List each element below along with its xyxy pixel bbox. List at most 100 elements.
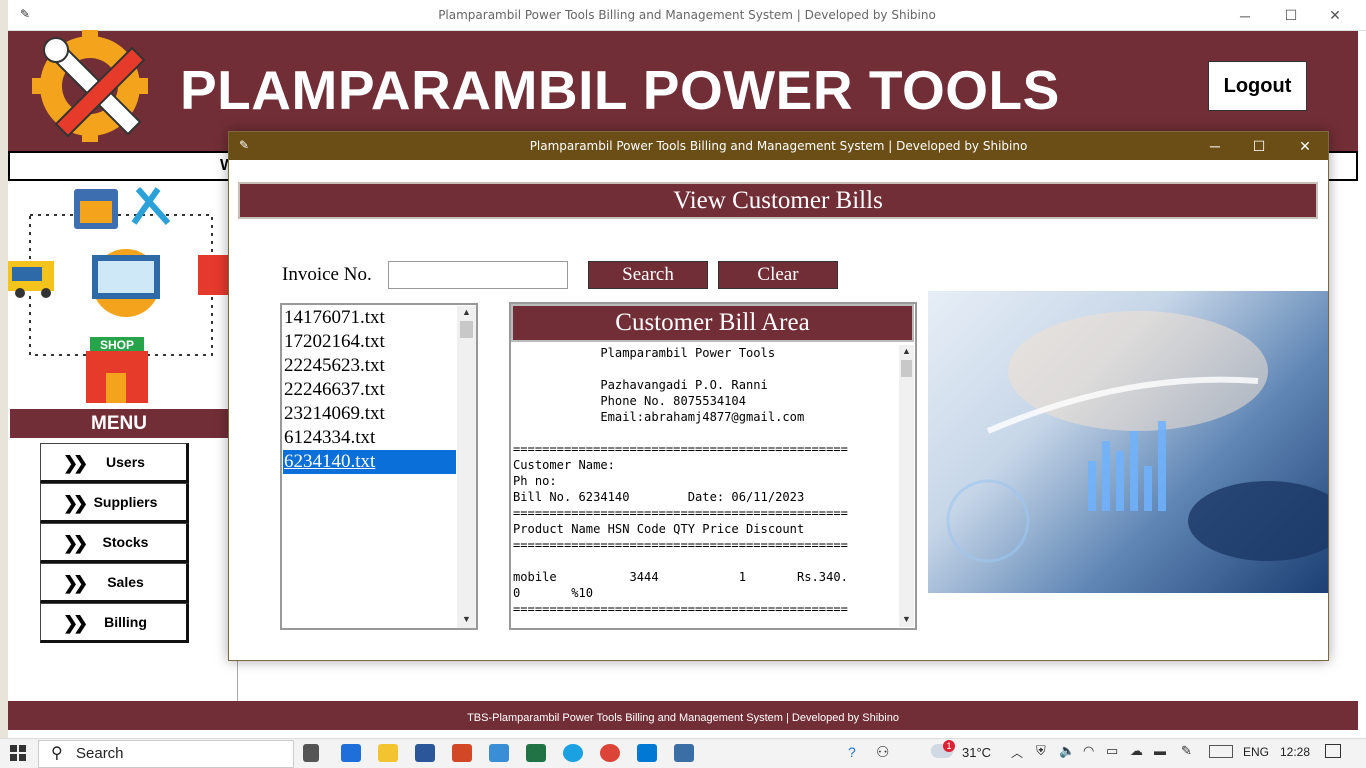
file-item[interactable]: 6124334.txt [283, 426, 456, 450]
windows-start-icon[interactable] [10, 745, 26, 761]
notifications-icon[interactable] [1325, 744, 1341, 758]
store-icon[interactable] [489, 744, 509, 762]
bill-text-area[interactable]: Plamparambil Power Tools Pazhavangadi P.… [513, 345, 899, 627]
dialog-close-button[interactable]: ✕ [1282, 132, 1328, 160]
desktop-edge [0, 0, 8, 768]
file-item[interactable]: 14176071.txt [283, 306, 456, 330]
bill-line: 0 %10 [513, 586, 594, 600]
word-icon[interactable] [415, 744, 435, 762]
bill-line: Plamparambil Power Tools [513, 346, 776, 360]
bill-scroll-thumb[interactable] [901, 360, 912, 377]
menu-header: MENU [10, 409, 228, 438]
file-explorer-icon[interactable] [378, 744, 398, 762]
chrome-icon[interactable] [600, 744, 620, 762]
close-button[interactable]: ✕ [1312, 0, 1358, 31]
bill-line: ========================================… [513, 506, 848, 520]
people-icon[interactable]: ⚇ [876, 743, 889, 761]
powerpoint-icon[interactable] [452, 744, 472, 762]
battery-icon[interactable]: ▬ [1154, 744, 1166, 758]
file-item[interactable]: 22245623.txt [283, 354, 456, 378]
scroll-down-icon[interactable]: ▼ [902, 614, 911, 624]
file-item[interactable]: 22246637.txt [283, 378, 456, 402]
taskbar-search-label: Search [76, 745, 124, 762]
file-item[interactable]: 23214069.txt [283, 402, 456, 426]
finance-analytics-image [928, 291, 1328, 593]
invoice-input[interactable] [388, 261, 568, 289]
task-view-icon[interactable] [303, 744, 319, 762]
footer: TBS-Plamparambil Power Tools Billing and… [8, 701, 1358, 730]
mail-icon[interactable] [341, 744, 361, 762]
dialog-heading: View Customer Bills [238, 182, 1318, 219]
bill-line: ========================================… [513, 442, 848, 456]
bill-line: Customer Name: [513, 458, 615, 472]
clock-time[interactable]: 12:28 [1280, 745, 1310, 759]
cloud-icon[interactable]: ☁ [1130, 743, 1143, 759]
footer-text: TBS-Plamparambil Power Tools Billing and… [467, 712, 899, 724]
excel-icon[interactable] [526, 744, 546, 762]
edge-icon[interactable] [563, 744, 583, 762]
dialog-titlebar[interactable]: ✎ Plamparambil Power Tools Billing and M… [229, 132, 1328, 160]
bill-line [513, 425, 899, 441]
logout-button[interactable]: Logout [1208, 61, 1307, 111]
dialog-maximize-button[interactable]: ☐ [1236, 132, 1282, 160]
file-item[interactable]: 17202164.txt [283, 330, 456, 354]
display-icon[interactable]: ▭ [1106, 743, 1118, 759]
bill-line: Product Name HSN Code QTY Price Discount [513, 522, 805, 536]
scroll-up-icon[interactable]: ▲ [462, 307, 471, 317]
volume-icon[interactable]: 🔈 [1059, 743, 1075, 759]
bill-line: Pazhavangadi P.O. Ranni [513, 378, 768, 392]
python-app-icon[interactable] [674, 744, 694, 762]
wifi-icon[interactable]: ◠ [1083, 743, 1094, 759]
security-icon[interactable]: ⛨ [1036, 743, 1046, 759]
taskbar-search-box[interactable]: ⚲ Search [38, 740, 294, 768]
main-window-titlebar[interactable]: ✎ Plamparambil Power Tools Billing and M… [8, 0, 1366, 31]
maximize-button[interactable]: ☐ [1268, 0, 1314, 31]
bill-line [513, 361, 899, 377]
bill-line: Phone No. 8075534104 [513, 394, 746, 408]
file-list-scrollbar[interactable] [457, 306, 476, 628]
bill-scrollbar[interactable] [899, 345, 914, 627]
menu-item-label: Sales [107, 574, 144, 590]
analytics-chart-graphic [946, 311, 1328, 563]
invoice-label: Invoice No. [282, 264, 372, 285]
bill-line: mobile 3444 1 Rs.340. [513, 570, 848, 584]
menu-item-label: Stocks [102, 534, 149, 550]
notification-badge: 1 [943, 740, 955, 752]
bill-line [513, 553, 899, 569]
bill-line: ========================================… [513, 538, 848, 552]
pen-icon[interactable]: ✎ [1181, 743, 1192, 759]
menu-item-label: Billing [104, 614, 147, 630]
weather-temp[interactable]: 31°C [962, 745, 991, 760]
minimize-button[interactable]: ─ [1222, 0, 1268, 31]
bill-line: Ph no: [513, 474, 557, 488]
dialog-minimize-button[interactable]: ─ [1192, 132, 1238, 160]
bill-line: ========================================… [513, 602, 848, 616]
help-icon[interactable]: ? [848, 744, 856, 760]
menu-suppliers-button[interactable]: ❯❯ Suppliers [40, 483, 189, 523]
app-title: PLAMPARAMBIL POWER TOOLS [180, 59, 1060, 121]
file-list-scroll-thumb[interactable] [460, 321, 473, 338]
keyboard-icon[interactable] [1209, 745, 1233, 758]
scroll-down-icon[interactable]: ▼ [462, 614, 471, 624]
vscode-icon[interactable] [637, 744, 657, 762]
tools-logo-icon [32, 30, 148, 142]
menu-users-button[interactable]: ❯❯ Users [40, 443, 189, 483]
main-window-title: Plamparambil Power Tools Billing and Man… [438, 8, 936, 22]
file-item-selected[interactable]: 6234140.txt [283, 450, 456, 474]
dialog-title: Plamparambil Power Tools Billing and Man… [529, 139, 1028, 153]
svg-text:SHOP: SHOP [100, 338, 134, 352]
menu-billing-button[interactable]: ❯❯ Billing [40, 603, 189, 643]
bill-line: Bill No. 6234140 Date: 06/11/2023 [513, 490, 805, 504]
language-indicator[interactable]: ENG [1243, 745, 1269, 759]
menu-item-label: Suppliers [93, 494, 158, 510]
tray-chevron-up-icon[interactable]: ︿ [1011, 744, 1023, 761]
search-icon: ⚲ [51, 745, 63, 762]
clear-button[interactable]: Clear [718, 261, 838, 289]
scroll-up-icon[interactable]: ▲ [902, 346, 911, 356]
shop-illustration-icon: SHOP [8, 187, 230, 403]
search-button[interactable]: Search [588, 261, 708, 289]
menu-stocks-button[interactable]: ❯❯ Stocks [40, 523, 189, 563]
bill-line: Email:abrahamj4877@gmail.com [513, 410, 805, 424]
bill-area-title: Customer Bill Area [511, 304, 914, 342]
menu-sales-button[interactable]: ❯❯ Sales [40, 563, 189, 603]
